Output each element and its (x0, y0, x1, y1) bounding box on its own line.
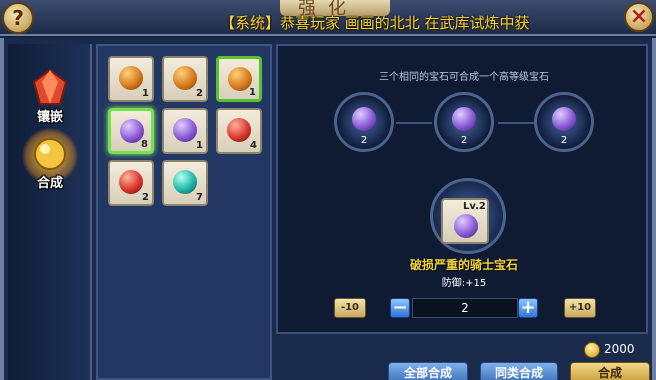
orange-gem-icon (173, 66, 197, 90)
gem-slot[interactable]: 7 (162, 160, 208, 206)
input-count: 2 (460, 135, 468, 146)
gem-slot[interactable]: 1 (216, 56, 262, 102)
purple-gem-icon (452, 107, 476, 131)
sidebar: 镶嵌 合成 (8, 44, 92, 380)
close-icon[interactable]: × (624, 2, 654, 32)
gem-slot[interactable]: 2 (162, 56, 208, 102)
plus-10-button[interactable]: +10 (564, 298, 596, 318)
connector-line (396, 122, 432, 124)
gem-count: 2 (142, 192, 149, 203)
purple-gem-icon (454, 214, 478, 238)
quantity-input[interactable]: 2 (412, 298, 518, 318)
top-bar: 强化 【系统】恭喜玩家 画画的北北 在武库试炼中获 ? × (0, 0, 656, 36)
gem-slot[interactable]: 1 (162, 108, 208, 154)
tab-synthesis[interactable]: 合成 (14, 128, 86, 192)
gem-slot[interactable]: 2 (108, 160, 154, 206)
result-gem-slot[interactable]: Lv.2 (441, 198, 489, 244)
gem-slot[interactable]: 1 (108, 56, 154, 102)
tab-synthesis-label: 合成 (36, 176, 63, 191)
red-gem-icon (227, 118, 251, 142)
decrement-button[interactable]: − (390, 298, 410, 318)
result-stat: 防御:+15 (441, 278, 487, 289)
input-gem-slot[interactable]: 2 (434, 92, 494, 152)
gold-coin-icon (584, 342, 600, 358)
purple-gem-icon (552, 107, 576, 131)
synthesize-same-button[interactable]: 同类合成 (480, 362, 558, 380)
result-name: 破损严重的骑士宝石 (409, 258, 518, 272)
help-icon[interactable]: ? (2, 2, 34, 34)
increment-button[interactable]: + (518, 298, 538, 318)
red-gem-icon (119, 170, 143, 194)
gem-count: 4 (250, 140, 257, 151)
purple-gem-icon (352, 107, 376, 131)
gem-count: 7 (196, 192, 203, 203)
gem-count: 1 (142, 88, 149, 99)
gem-slot[interactable]: 4 (216, 108, 262, 154)
synthesis-panel: 三个相同的宝石可合成一个高等级宝石 2 2 2 Lv.2 破损严重的骑士宝石 防… (276, 44, 648, 334)
minus-10-button[interactable]: -10 (334, 298, 366, 318)
tab-inlay[interactable]: 镶嵌 (14, 62, 86, 126)
synthesis-hint: 三个相同的宝石可合成一个高等级宝石 (379, 72, 549, 83)
connector-line (498, 122, 534, 124)
synthesize-all-button[interactable]: 全部合成 (388, 362, 468, 380)
orange-gem-icon (119, 66, 143, 90)
ruby-gem-icon (32, 68, 68, 105)
purple-gem-icon (173, 118, 197, 142)
input-count: 2 (560, 135, 568, 146)
input-count: 2 (360, 135, 368, 146)
gem-inventory: 1 2 1 8 1 4 2 7 (96, 44, 272, 380)
gem-count: 8 (141, 139, 148, 150)
result-level: Lv.2 (463, 201, 486, 212)
system-message: 【系统】恭喜玩家 画画的北北 在武库试炼中获 (220, 14, 530, 32)
gold-gem-icon (34, 138, 66, 170)
gem-count: 1 (196, 140, 203, 151)
currency-value: 2000 (604, 342, 635, 356)
teal-gem-icon (173, 170, 197, 194)
gem-slot-selected[interactable]: 8 (108, 108, 154, 154)
gem-count: 1 (249, 87, 256, 98)
tab-inlay-label: 镶嵌 (36, 110, 63, 125)
input-gem-slot[interactable]: 2 (334, 92, 394, 152)
synthesize-button[interactable]: 合成 (570, 362, 650, 380)
input-gem-slot[interactable]: 2 (534, 92, 594, 152)
gem-count: 2 (196, 88, 203, 99)
